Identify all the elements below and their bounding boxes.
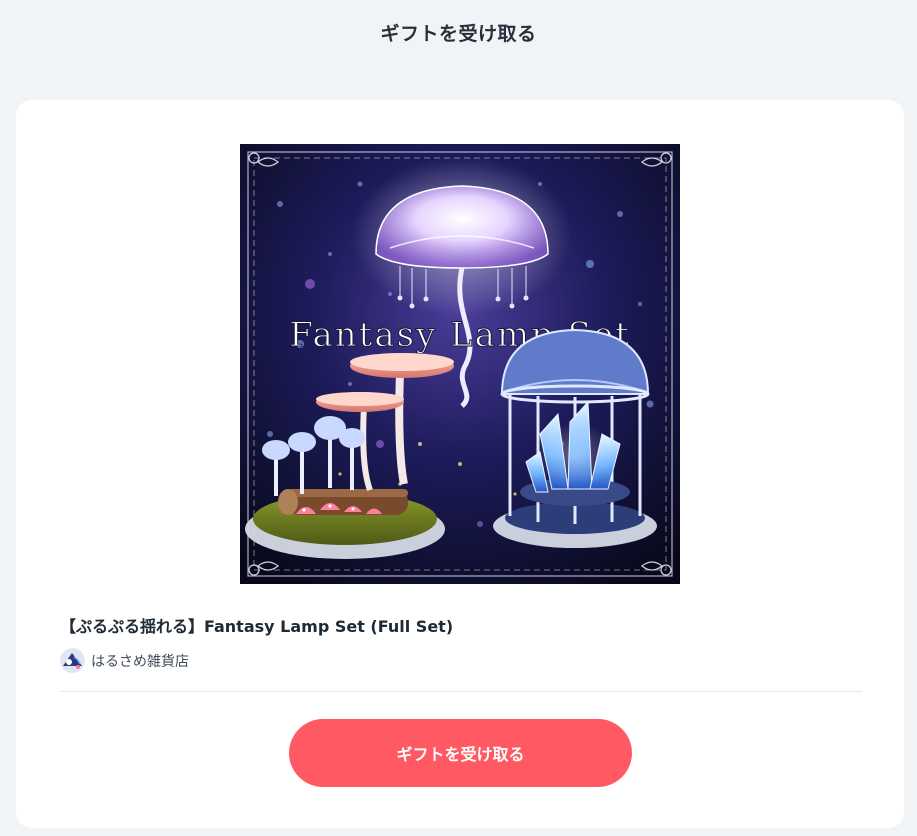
page-title: ギフトを受け取る <box>380 22 537 45</box>
gift-card: Fantasy Lamp Set 【ぷるぷる揺れる】Fantasy Lamp S… <box>16 100 904 828</box>
shop-link[interactable]: はるさめ雑貨店 <box>60 648 189 673</box>
receive-gift-button[interactable]: ギフトを受け取る <box>289 719 632 787</box>
divider <box>60 691 862 692</box>
page-header: ギフトを受け取る <box>0 0 917 64</box>
product-name[interactable]: 【ぷるぷる揺れる】Fantasy Lamp Set (Full Set) <box>60 613 453 637</box>
shop-avatar-icon <box>60 648 85 673</box>
product-thumbnail: Fantasy Lamp Set <box>240 144 680 584</box>
shop-name: はるさめ雑貨店 <box>91 653 189 670</box>
